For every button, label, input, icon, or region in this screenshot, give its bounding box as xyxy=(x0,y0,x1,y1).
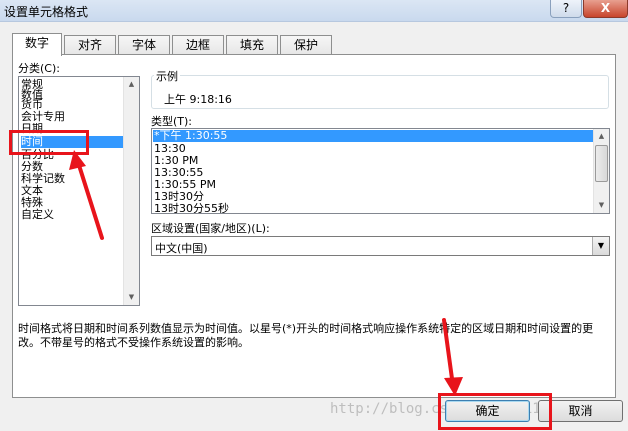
arrow-head-icon xyxy=(69,150,86,170)
arrow-head-icon xyxy=(444,377,463,396)
tab-number[interactable]: 数字 xyxy=(12,33,62,56)
annotation-arrow-line xyxy=(442,318,455,388)
annotation-arrow-line xyxy=(76,160,104,240)
annotation-arrows xyxy=(69,150,463,396)
